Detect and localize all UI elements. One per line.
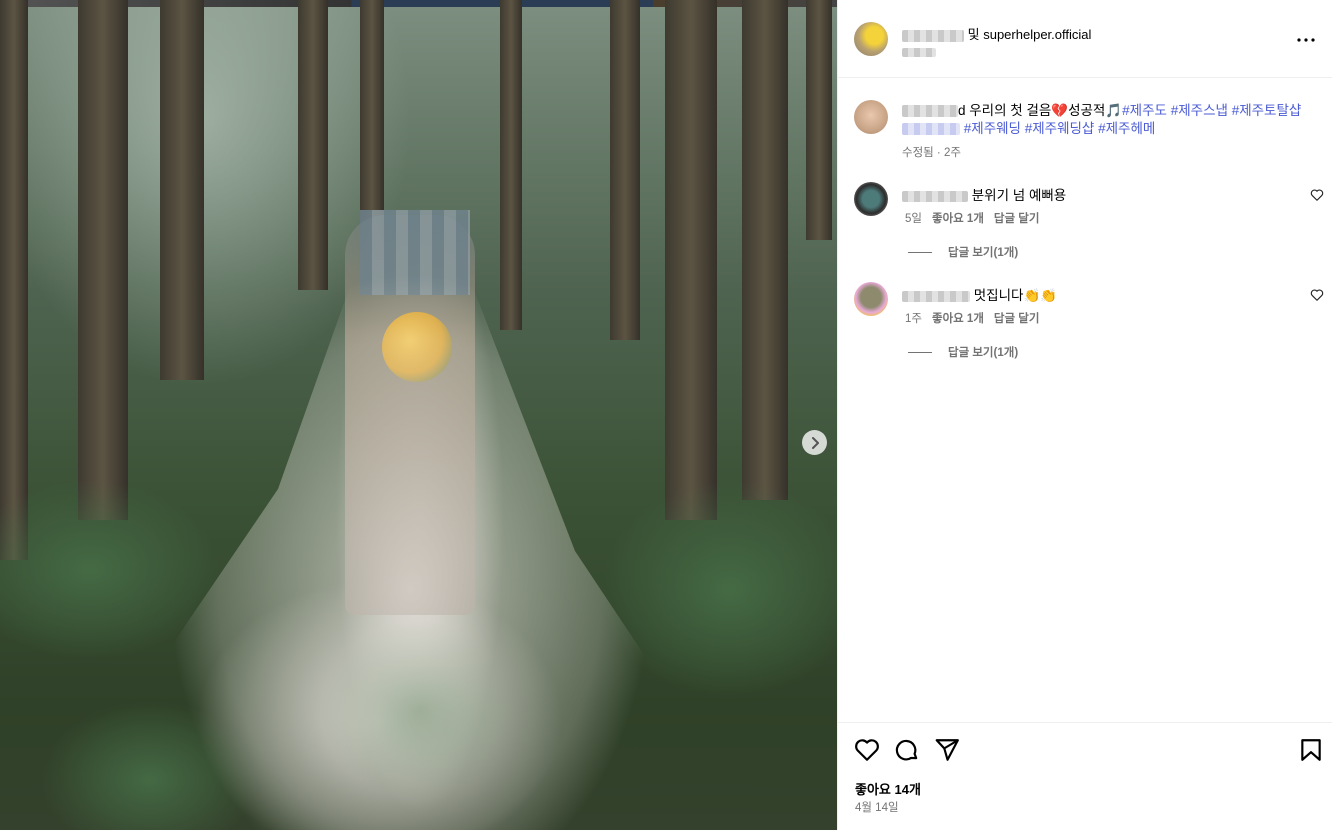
comment-time: 5일: [905, 213, 922, 225]
post-header: 및 superhelper.official: [838, 0, 1332, 78]
redacted-username[interactable]: [902, 105, 958, 118]
bookmark-icon[interactable]: [1298, 737, 1324, 763]
comment-meta: 5일 좋아요 1개 답글 달기: [905, 210, 1039, 226]
commenter-avatar[interactable]: [854, 182, 888, 216]
comment-likes[interactable]: 좋아요 1개: [932, 213, 984, 225]
tree-trunk: [665, 0, 717, 520]
tree-trunk: [806, 0, 832, 240]
more-icon: [1297, 38, 1315, 42]
caption-meta: 수정됨 · 2주: [902, 147, 961, 159]
redacted-hashtag[interactable]: [902, 123, 960, 136]
tree-trunk: [500, 0, 522, 330]
commenter-avatar[interactable]: [854, 282, 888, 316]
hashtag[interactable]: #제주웨딩: [964, 121, 1021, 136]
view-replies-label: 답글 보기(1개): [948, 347, 1019, 359]
comments-list[interactable]: d 우리의 첫 걸음💔성공적🎵#제주도 #제주스냅 #제주토탈샵 #제주웨딩 #…: [838, 78, 1332, 722]
tree-trunk: [298, 0, 328, 290]
redacted-username[interactable]: [902, 290, 970, 302]
reply-button[interactable]: 답글 달기: [994, 213, 1040, 225]
comment-text: 멋집니다👏👏: [973, 288, 1058, 303]
hashtag[interactable]: #제주웨딩샵: [1025, 121, 1095, 136]
divider: [908, 351, 932, 353]
comment-meta: 1주 좋아요 1개 답글 달기: [905, 310, 1039, 326]
divider: [908, 251, 932, 253]
carousel-next-button[interactable]: [802, 430, 827, 455]
chevron-right-icon: [811, 436, 819, 449]
collab-connector: 및: [967, 27, 980, 42]
tree-trunk: [742, 0, 788, 500]
redacted-subtitle: [902, 44, 936, 62]
author-avatar[interactable]: [854, 22, 888, 56]
caption-author-avatar[interactable]: [854, 100, 888, 134]
view-replies-button[interactable]: 답글 보기(1개): [908, 244, 1018, 260]
comment-item: 분위기 넘 예뻐용 5일 좋아요 1개 답글 달기 답글 보기(1개): [854, 180, 1324, 260]
view-replies-button[interactable]: 답글 보기(1개): [908, 344, 1018, 360]
view-replies-label: 답글 보기(1개): [948, 247, 1019, 259]
reply-button[interactable]: 답글 달기: [994, 313, 1040, 325]
author-line: 및 superhelper.official: [902, 24, 1091, 43]
caption-body: 성공적: [1068, 103, 1106, 118]
heart-icon[interactable]: [1310, 288, 1324, 302]
caption-body: d 우리의 첫 걸음: [958, 103, 1052, 118]
comment-item: 멋집니다👏👏 1주 좋아요 1개 답글 달기 답글 보기(1개): [854, 280, 1324, 360]
hashtag[interactable]: #제주스냅: [1171, 103, 1228, 118]
redacted-username[interactable]: [902, 29, 964, 42]
send-icon[interactable]: [934, 737, 960, 763]
comment-text-line: 분위기 넘 예뻐용: [902, 184, 1066, 204]
hashtag[interactable]: #제주헤메: [1098, 121, 1155, 136]
post-image[interactable]: [0, 0, 837, 830]
redacted-username[interactable]: [902, 190, 968, 202]
comment-text-line: 멋집니다👏👏: [902, 284, 1057, 304]
post-details-panel: 및 superhelper.official d 우리의 첫 걸음💔성공적🎵#제…: [837, 0, 1332, 830]
tree-trunk: [78, 0, 128, 520]
caption-text: d 우리의 첫 걸음💔성공적🎵#제주도 #제주스냅 #제주토탈샵 #제주웨딩 #…: [902, 102, 1324, 138]
broken-heart-emoji: 💔: [1051, 103, 1069, 119]
comment-icon[interactable]: [894, 737, 920, 763]
hashtag[interactable]: #제주토탈샵: [1232, 103, 1302, 118]
more-options-button[interactable]: [1294, 28, 1318, 52]
tree-trunk: [610, 0, 640, 340]
music-note-emoji: 🎵: [1105, 103, 1123, 119]
tree-trunk: [0, 0, 28, 560]
heart-icon[interactable]: [1310, 188, 1324, 202]
comment-text: 분위기 넘 예뻐용: [971, 188, 1067, 203]
redacted-text: [902, 48, 936, 58]
comment-time: 1주: [905, 313, 922, 325]
post-date: 4월 14일: [855, 802, 899, 814]
likes-count[interactable]: 좋아요 14개: [855, 779, 921, 798]
coauthor-username[interactable]: superhelper.official: [983, 27, 1091, 42]
tree-trunk: [160, 0, 204, 380]
comment-likes[interactable]: 좋아요 1개: [932, 313, 984, 325]
heart-icon[interactable]: [854, 737, 880, 763]
post-actions: 좋아요 14개 4월 14일: [838, 722, 1332, 830]
hashtag[interactable]: #제주도: [1122, 103, 1167, 118]
